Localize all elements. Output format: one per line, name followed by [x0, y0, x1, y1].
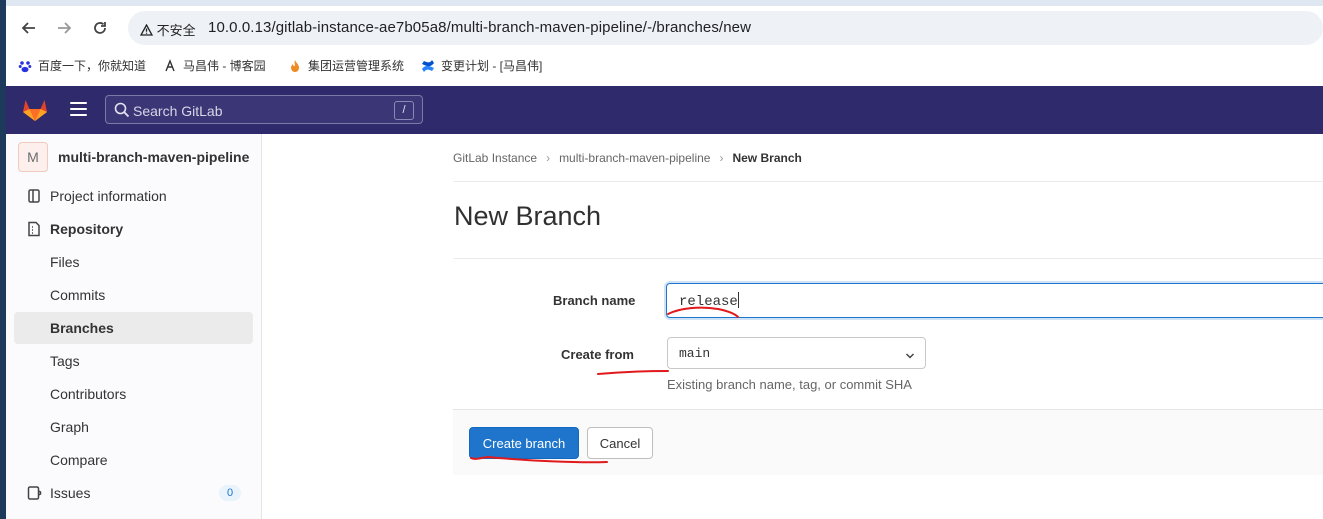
confluence-icon: [421, 59, 435, 73]
issues-icon: [26, 485, 42, 501]
sidebar-item-label: Project information: [50, 188, 167, 204]
browser-toolbar: 不安全 10.0.0.13/gitlab-instance-ae7b05a8/m…: [6, 6, 1323, 50]
gitlab-logo-icon[interactable]: [22, 98, 48, 127]
sidebar-item-issues[interactable]: Issues 0: [14, 477, 253, 509]
search-placeholder: Search GitLab: [133, 103, 223, 119]
bookmark-label: 集团运营管理系统: [308, 59, 405, 73]
bookmarks-bar: 百度一下，你就知道 马昌伟 - 博客园 集团运营管理系统 变更计划 - [马昌伟…: [6, 50, 1323, 80]
page-title: New Branch: [454, 201, 602, 231]
divider: [453, 258, 1323, 259]
sidebar-item-label: Contributors: [50, 386, 127, 402]
sidebar-item-label: Compare: [50, 452, 108, 468]
annotation-underline-create-from: [597, 370, 669, 375]
create-from-label: Create from: [561, 347, 634, 362]
url-text[interactable]: 10.0.0.13/gitlab-instance-ae7b05a8/multi…: [208, 19, 751, 36]
bookmark-cnblogs[interactable]: 马昌伟 - 博客园: [163, 57, 266, 74]
bookmark-label: 马昌伟 - 博客园: [183, 59, 266, 73]
project-avatar: M: [18, 142, 48, 172]
search-icon: [114, 102, 130, 118]
project-name: multi-branch-maven-pipeline: [58, 149, 250, 165]
sidebar-item-contributors[interactable]: Contributors: [14, 378, 253, 410]
divider: [453, 181, 1323, 182]
sidebar-item-label: Files: [50, 254, 80, 270]
search-box[interactable]: Search GitLab /: [105, 95, 423, 124]
sidebar-item-repository[interactable]: Repository: [14, 213, 253, 245]
sidebar-item-label: Issues: [50, 485, 91, 501]
project-sidebar: M multi-branch-maven-pipeline Project in…: [6, 134, 262, 519]
baidu-icon: [18, 59, 32, 73]
create-from-help-text: Existing branch name, tag, or commit SHA: [667, 377, 912, 392]
branch-name-label: Branch name: [553, 293, 636, 308]
insecure-indicator[interactable]: 不安全: [139, 20, 196, 39]
create-from-value: main: [679, 346, 711, 361]
bookmark-ops-system[interactable]: 集团运营管理系统: [288, 57, 404, 74]
sidebar-item-project-information[interactable]: Project information: [14, 180, 253, 212]
form-actions: Create branch Cancel: [453, 409, 1323, 475]
sidebar-item-label: Branches: [50, 320, 114, 336]
chevron-down-icon: [905, 348, 915, 359]
branch-name-value: release: [679, 294, 738, 310]
breadcrumb: GitLab Instance › multi-branch-maven-pip…: [453, 151, 802, 165]
cancel-button[interactable]: Cancel: [587, 427, 653, 459]
project-info-icon: [26, 188, 42, 204]
issues-count-badge: 0: [219, 485, 241, 501]
sidebar-item-files[interactable]: Files: [14, 246, 253, 278]
cnblogs-icon: [163, 58, 177, 73]
reload-icon[interactable]: [88, 16, 112, 40]
project-header[interactable]: M multi-branch-maven-pipeline: [18, 142, 249, 172]
text-cursor: [737, 292, 739, 308]
create-from-dropdown[interactable]: main: [667, 337, 926, 369]
sidebar-item-label: Graph: [50, 419, 89, 435]
flame-icon: [288, 59, 302, 73]
bookmark-baidu[interactable]: 百度一下，你就知道: [18, 57, 146, 74]
chevron-right-icon: ›: [546, 151, 551, 165]
bookmark-change-plan[interactable]: 变更计划 - [马昌伟]: [421, 57, 542, 74]
sidebar-item-branches[interactable]: Branches: [14, 312, 253, 344]
breadcrumb-gitlab-instance[interactable]: GitLab Instance: [453, 151, 537, 165]
bookmark-label: 变更计划 - [马昌伟]: [441, 59, 543, 73]
warning-icon: [139, 23, 157, 38]
sidebar-item-graph[interactable]: Graph: [14, 411, 253, 443]
insecure-label: 不安全: [156, 23, 196, 38]
repository-icon: [26, 221, 42, 237]
breadcrumb-project[interactable]: multi-branch-maven-pipeline: [559, 151, 710, 165]
sidebar-item-label: Tags: [50, 353, 80, 369]
breadcrumb-current[interactable]: New Branch: [732, 151, 801, 165]
gitlab-top-bar: Search GitLab /: [6, 86, 1323, 134]
forward-icon[interactable]: [52, 16, 76, 40]
create-branch-button[interactable]: Create branch: [469, 427, 579, 459]
sidebar-item-label: Repository: [50, 221, 124, 237]
sidebar-item-compare[interactable]: Compare: [14, 444, 253, 476]
sidebar-item-label: Commits: [50, 287, 106, 303]
branch-name-input[interactable]: release: [666, 283, 1323, 318]
sidebar-item-commits[interactable]: Commits: [14, 279, 253, 311]
hamburger-menu-icon[interactable]: [70, 102, 87, 116]
search-shortcut-hint: /: [394, 101, 414, 120]
chevron-right-icon: ›: [719, 151, 724, 165]
address-bar[interactable]: 不安全 10.0.0.13/gitlab-instance-ae7b05a8/m…: [128, 11, 1323, 45]
bookmark-label: 百度一下，你就知道: [38, 59, 147, 73]
back-icon[interactable]: [17, 16, 41, 40]
sidebar-item-tags[interactable]: Tags: [14, 345, 253, 377]
